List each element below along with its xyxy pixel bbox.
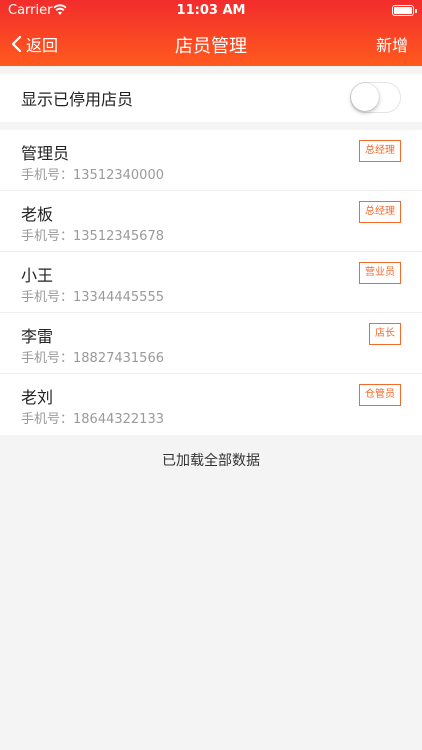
toggle-knob <box>351 83 379 111</box>
role-badge: 总经理 <box>359 140 401 162</box>
role-badge: 店长 <box>369 323 401 345</box>
status-time: 11:03 AM <box>176 3 246 18</box>
role-badge: 营业员 <box>359 262 401 284</box>
app-header: Carrier 11:03 AM 返回 店员管理 新增 <box>0 0 422 66</box>
show-disabled-toggle[interactable] <box>350 82 401 113</box>
staff-row[interactable]: 李雷 手机号：18827431566 店长 <box>0 313 422 374</box>
staff-name: 管理员 <box>21 144 70 163</box>
staff-row[interactable]: 管理员 手机号：13512340000 总经理 <box>0 130 422 191</box>
role-badge: 仓管员 <box>359 384 401 406</box>
staff-phone: 手机号：13512345678 <box>21 229 164 244</box>
staff-name: 老刘 <box>21 388 54 407</box>
staff-row[interactable]: 老刘 手机号：18644322133 仓管员 <box>0 374 422 435</box>
staff-name: 小王 <box>21 266 54 285</box>
staff-phone: 手机号：13512340000 <box>21 168 164 183</box>
battery-icon <box>392 5 417 16</box>
staff-name: 老板 <box>21 205 54 224</box>
staff-phone: 手机号：18827431566 <box>21 351 164 366</box>
staff-phone: 手机号：18644322133 <box>21 412 164 427</box>
status-bar: Carrier 11:03 AM <box>0 0 422 22</box>
role-badge: 总经理 <box>359 201 401 223</box>
staff-name: 李雷 <box>21 327 54 346</box>
staff-phone: 手机号：13344445555 <box>21 290 164 305</box>
show-disabled-row: 显示已停用店员 <box>0 74 422 122</box>
staff-row[interactable]: 小王 手机号：13344445555 营业员 <box>0 252 422 313</box>
add-staff-button[interactable]: 新增 <box>376 32 408 56</box>
page-title: 店员管理 <box>175 36 247 57</box>
navigation-bar: 返回 店员管理 新增 <box>0 22 422 66</box>
show-disabled-label: 显示已停用店员 <box>21 90 134 109</box>
load-complete-text: 已加载全部数据 <box>162 453 260 469</box>
staff-row[interactable]: 老板 手机号：13512345678 总经理 <box>0 191 422 252</box>
staff-list: 管理员 手机号：13512340000 总经理 老板 手机号：135123456… <box>0 130 422 435</box>
